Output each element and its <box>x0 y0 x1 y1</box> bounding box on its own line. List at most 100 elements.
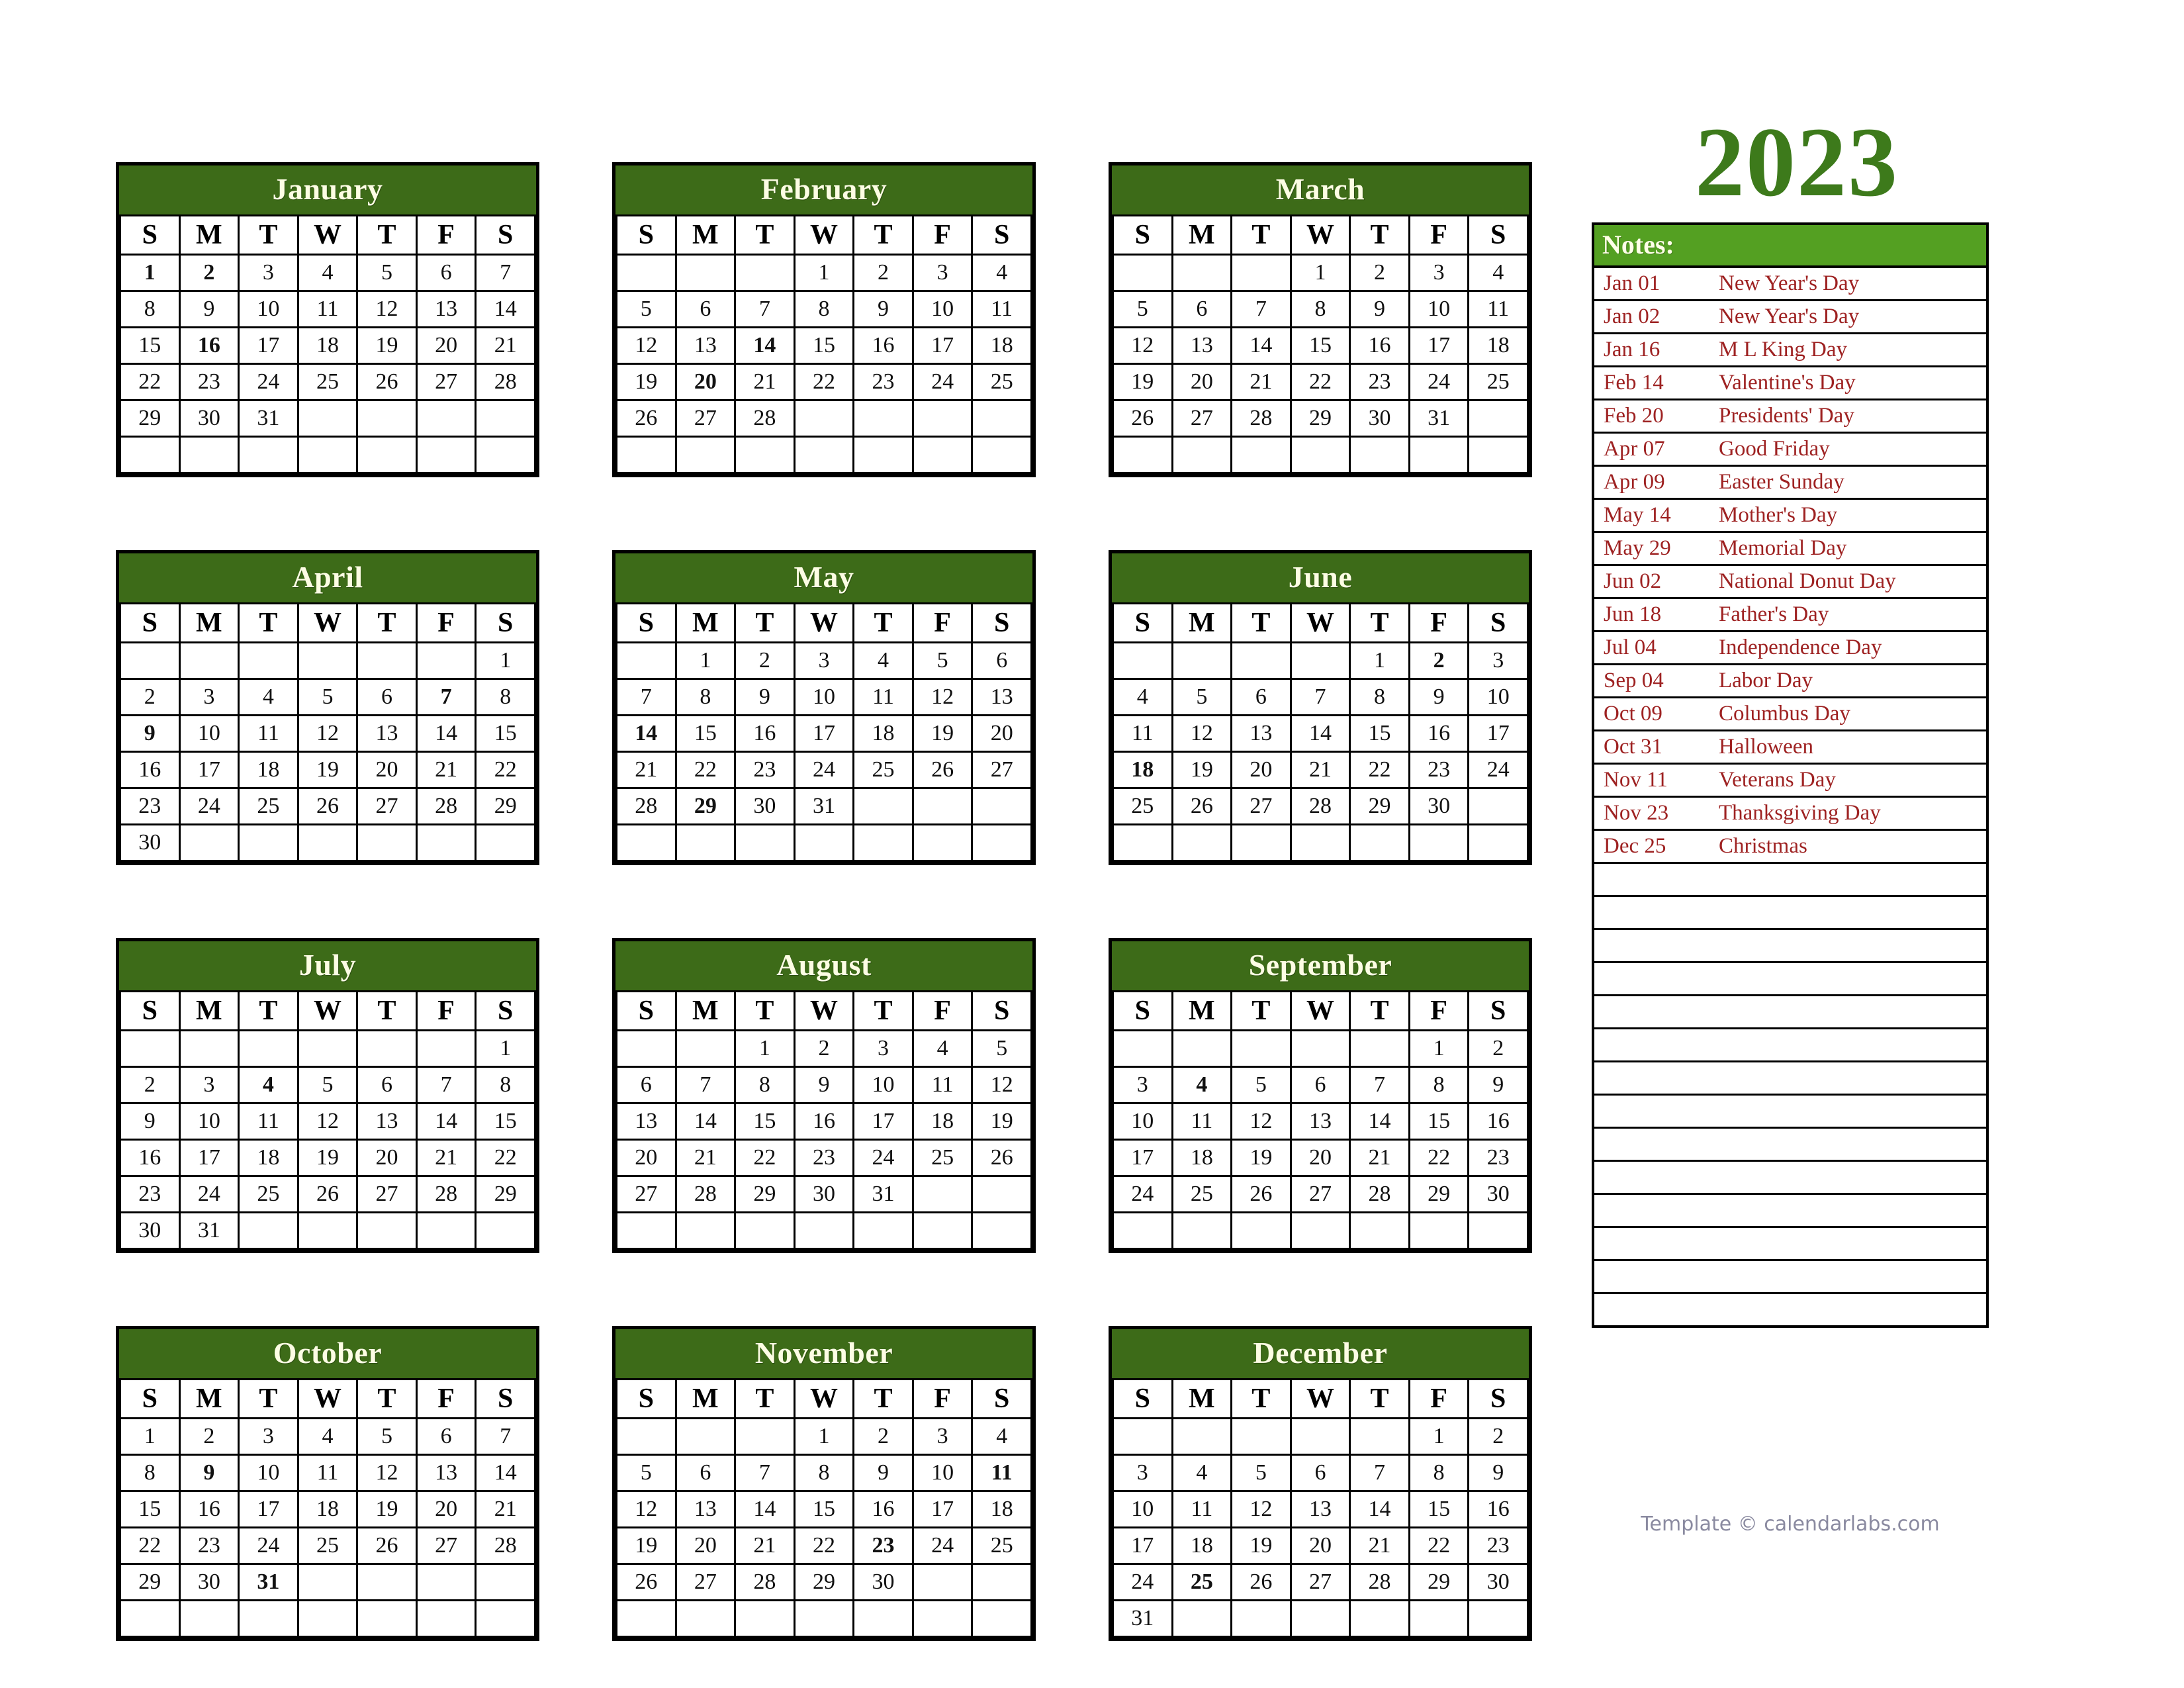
day-cell[interactable]: 29 <box>1408 1175 1470 1213</box>
day-cell[interactable]: 11 <box>238 1102 299 1141</box>
day-cell[interactable]: 23 <box>793 1139 855 1177</box>
day-cell[interactable]: 24 <box>178 787 240 825</box>
day-cell[interactable]: 15 <box>793 326 855 365</box>
day-cell-empty[interactable] <box>1230 436 1292 474</box>
notes-row-blank[interactable] <box>1594 962 1986 996</box>
day-cell[interactable]: 17 <box>238 326 299 365</box>
day-cell[interactable]: 19 <box>911 714 974 753</box>
day-cell-empty[interactable] <box>475 1563 536 1601</box>
day-cell-weekend[interactable]: 15 <box>119 1490 181 1528</box>
day-cell-empty[interactable] <box>415 399 477 438</box>
day-cell[interactable]: 5 <box>296 678 359 716</box>
day-cell[interactable]: 10 <box>911 290 974 328</box>
day-cell-empty[interactable] <box>1289 1417 1351 1456</box>
day-cell[interactable]: 6 <box>356 678 418 716</box>
day-cell-weekend[interactable]: 14 <box>475 290 536 328</box>
day-cell-empty[interactable] <box>1112 254 1173 292</box>
day-cell[interactable]: 22 <box>674 751 737 789</box>
day-cell[interactable]: 3 <box>238 1417 299 1456</box>
day-cell-weekend[interactable]: 29 <box>119 399 181 438</box>
day-cell-weekend[interactable]: 8 <box>119 1454 181 1492</box>
day-cell-weekend[interactable]: 17 <box>1467 714 1529 753</box>
day-cell[interactable]: 26 <box>296 787 359 825</box>
notes-row-blank[interactable] <box>1594 1061 1986 1096</box>
day-cell-weekend[interactable]: 18 <box>971 326 1032 365</box>
day-cell-empty[interactable] <box>356 1563 418 1601</box>
day-cell[interactable]: 6 <box>1289 1066 1351 1104</box>
day-cell[interactable]: 17 <box>178 1139 240 1177</box>
day-cell-empty[interactable] <box>1467 399 1529 438</box>
day-cell-empty[interactable] <box>911 436 974 474</box>
day-cell-empty[interactable] <box>1408 436 1470 474</box>
day-cell-empty[interactable] <box>1171 254 1233 292</box>
day-cell-weekend[interactable]: 3 <box>1112 1454 1173 1492</box>
notes-row[interactable]: Sep 04 Labor Day <box>1594 664 1986 698</box>
day-cell[interactable]: 5 <box>1171 678 1233 716</box>
day-cell-weekend[interactable]: 25 <box>971 363 1032 401</box>
day-cell[interactable]: 19 <box>356 1490 418 1528</box>
day-cell-weekend[interactable]: 23 <box>119 1175 181 1213</box>
day-cell-weekend[interactable]: 1 <box>475 641 536 680</box>
day-cell-empty[interactable] <box>1467 823 1529 862</box>
day-cell[interactable]: 24 <box>238 363 299 401</box>
day-cell[interactable]: 18 <box>238 751 299 789</box>
day-cell-empty[interactable] <box>1467 1211 1529 1250</box>
day-cell-weekend[interactable]: 29 <box>475 787 536 825</box>
notes-row[interactable]: Apr 07 Good Friday <box>1594 432 1986 467</box>
day-cell[interactable]: 20 <box>356 1139 418 1177</box>
day-cell[interactable]: 6 <box>1230 678 1292 716</box>
day-cell-weekend[interactable]: 22 <box>119 1526 181 1565</box>
day-cell[interactable]: 28 <box>415 787 477 825</box>
notes-row[interactable]: Feb 14 Valentine's Day <box>1594 366 1986 400</box>
day-cell-empty[interactable] <box>852 823 914 862</box>
day-cell[interactable]: 1 <box>674 641 737 680</box>
day-cell-weekend[interactable]: 21 <box>475 326 536 365</box>
day-cell-weekend[interactable]: 26 <box>1112 399 1173 438</box>
day-cell-empty[interactable] <box>1112 1029 1173 1068</box>
day-cell-empty[interactable] <box>475 1599 536 1638</box>
day-cell-weekend[interactable]: 30 <box>119 823 181 862</box>
day-cell[interactable]: 30 <box>793 1175 855 1213</box>
day-cell[interactable]: 23 <box>178 1526 240 1565</box>
day-cell-holiday[interactable]: 25 <box>1171 1563 1233 1601</box>
day-cell[interactable]: 18 <box>1171 1526 1233 1565</box>
day-cell[interactable]: 14 <box>415 1102 477 1141</box>
day-cell[interactable]: 27 <box>356 1175 418 1213</box>
day-cell-weekend[interactable]: 8 <box>475 678 536 716</box>
day-cell-empty[interactable] <box>852 1599 914 1638</box>
day-cell-empty[interactable] <box>356 1029 418 1068</box>
day-cell-empty[interactable] <box>734 1211 796 1250</box>
day-cell[interactable]: 20 <box>1230 751 1292 789</box>
day-cell[interactable]: 19 <box>1171 751 1233 789</box>
day-cell[interactable]: 21 <box>1349 1526 1410 1565</box>
day-cell[interactable]: 27 <box>1289 1175 1351 1213</box>
day-cell[interactable]: 27 <box>1230 787 1292 825</box>
day-cell-holiday[interactable]: 4 <box>238 1066 299 1104</box>
day-cell[interactable]: 14 <box>674 1102 737 1141</box>
day-cell-empty[interactable] <box>615 823 677 862</box>
day-cell[interactable]: 2 <box>734 641 796 680</box>
day-cell-empty[interactable] <box>1349 436 1410 474</box>
day-cell-empty[interactable] <box>615 641 677 680</box>
day-cell-empty[interactable] <box>674 1599 737 1638</box>
day-cell-empty[interactable] <box>615 254 677 292</box>
day-cell[interactable]: 14 <box>1349 1102 1410 1141</box>
day-cell-holiday[interactable]: 2 <box>1408 641 1470 680</box>
day-cell-weekend[interactable]: 10 <box>1467 678 1529 716</box>
day-cell[interactable]: 16 <box>852 326 914 365</box>
day-cell[interactable]: 24 <box>238 1526 299 1565</box>
day-cell-holiday[interactable]: 1 <box>119 254 181 292</box>
day-cell-empty[interactable] <box>415 436 477 474</box>
day-cell-weekend[interactable]: 3 <box>1112 1066 1173 1104</box>
day-cell-empty[interactable] <box>1230 1211 1292 1250</box>
day-cell-weekend[interactable]: 10 <box>1112 1490 1173 1528</box>
day-cell-weekend[interactable]: 27 <box>971 751 1032 789</box>
day-cell-weekend[interactable]: 21 <box>475 1490 536 1528</box>
day-cell[interactable]: 15 <box>674 714 737 753</box>
day-cell[interactable]: 13 <box>1171 326 1233 365</box>
day-cell[interactable]: 31 <box>852 1175 914 1213</box>
day-cell-empty[interactable] <box>296 399 359 438</box>
day-cell-empty[interactable] <box>296 1211 359 1250</box>
day-cell[interactable]: 11 <box>1171 1490 1233 1528</box>
day-cell[interactable]: 7 <box>1349 1066 1410 1104</box>
